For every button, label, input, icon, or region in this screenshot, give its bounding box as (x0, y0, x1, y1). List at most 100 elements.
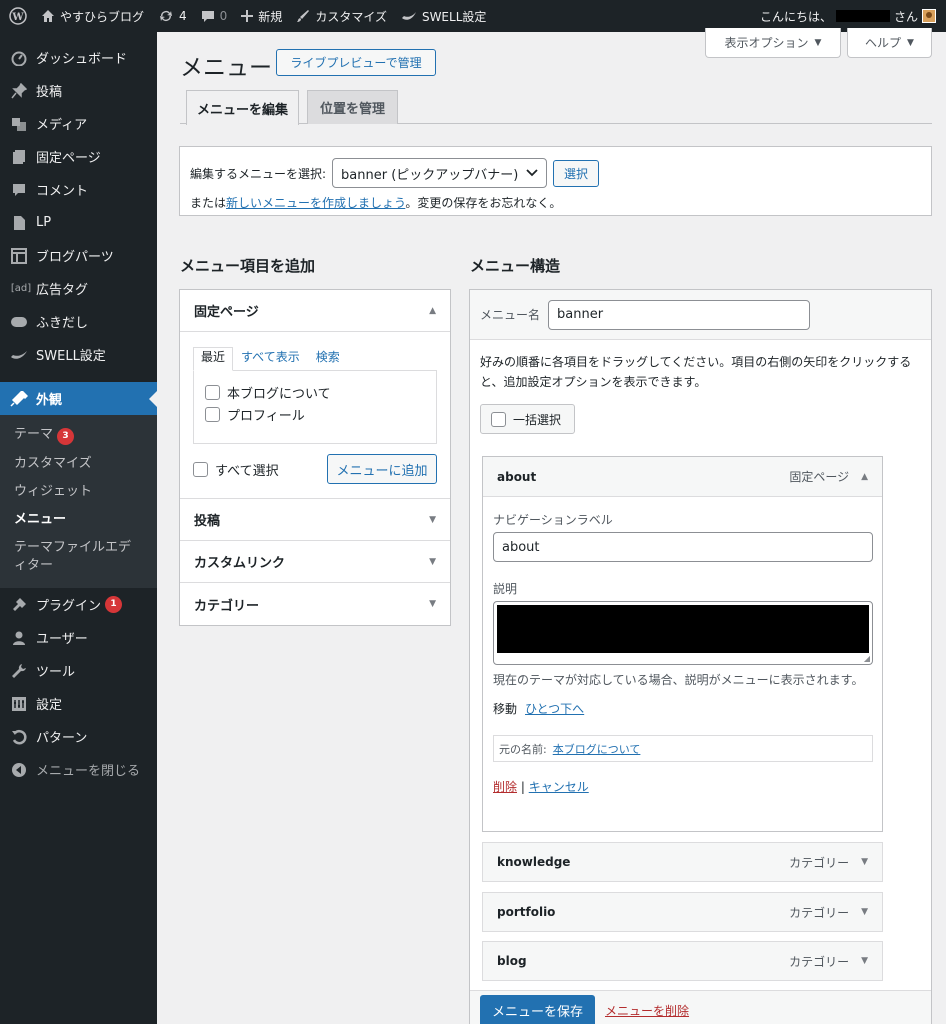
comments-count: 0 (219, 9, 228, 23)
nav-label-input[interactable]: about (493, 532, 873, 562)
swell-icon (401, 12, 416, 20)
sidebar-item-users[interactable]: ユーザー (0, 621, 157, 654)
caret-down-icon: ▼ (429, 556, 436, 567)
accordion-custom-links-header[interactable]: カスタムリンク ▼ (180, 541, 450, 583)
caret-down-icon: ▼ (429, 599, 436, 609)
collapse-arrow-icon (10, 761, 28, 779)
avatar (922, 9, 936, 23)
menu-structure-heading: メニュー構造 (470, 257, 561, 275)
menu-select-value: banner (ピックアップバナー) (341, 167, 519, 183)
drag-instructions: 好みの順番に各項目をドラッグしてください。項目の右側の矢印をクリックすると、追加… (480, 355, 912, 389)
select-all-checkbox[interactable] (193, 461, 208, 477)
submenu-label: カスタマイズ (14, 456, 92, 471)
menu-name-input[interactable]: banner (548, 299, 811, 330)
description-label: 説明 (493, 582, 518, 596)
move-down-link[interactable]: ひとつ下へ (525, 700, 584, 717)
site-name: やすひらブログ (60, 9, 145, 24)
create-new-menu-link[interactable]: 新しいメニューを作成しましょう (226, 196, 405, 210)
page-checkbox[interactable] (205, 384, 220, 400)
menu-item[interactable]: blog カテゴリー ▼ (482, 941, 883, 981)
tab-manage-locations[interactable]: 位置を管理 (307, 90, 398, 124)
submenu-theme-file-editor[interactable]: テーマファイルエディター (0, 534, 140, 580)
sidebar-item-dashboard[interactable]: ダッシュボード (0, 41, 157, 74)
sidebar-item-appearance[interactable]: 外観 (0, 382, 157, 415)
page-checkbox[interactable] (205, 406, 220, 422)
customize-link[interactable]: カスタマイズ (289, 0, 394, 32)
sidebar-item-ad-tags[interactable]: [ad] 広告タグ (0, 272, 157, 305)
comments-link[interactable]: 0 (194, 0, 235, 32)
submenu-themes[interactable]: テーマ 3 (0, 421, 157, 450)
resize-handle-icon[interactable]: ◢ (864, 654, 870, 663)
select-all-label: すべて選択 (215, 463, 279, 479)
original-name-link[interactable]: 本ブログについて (553, 741, 641, 757)
sidebar-item-media[interactable]: メディア (0, 107, 157, 140)
delete-menu-link[interactable]: メニューを削除 (605, 1002, 689, 1019)
redacted-description (497, 605, 869, 653)
save-menu-button[interactable]: メニューを保存 (480, 994, 596, 1024)
caret-down-icon[interactable]: ▼ (861, 857, 868, 867)
submenu-label: メニュー (14, 512, 67, 527)
add-to-menu-button[interactable]: メニューに追加 (327, 454, 437, 484)
site-name-link[interactable]: やすひらブログ (34, 0, 151, 32)
tab-edit-menus[interactable]: メニューを編集 (186, 90, 299, 125)
collapse-menu-button[interactable]: メニューを閉じる (0, 753, 157, 786)
updates-link[interactable]: 4 (151, 0, 194, 32)
accordion-pages-header[interactable]: 固定ページ ▲ (180, 290, 450, 332)
original-name-label: 元の名前: (499, 742, 547, 756)
delete-item-link[interactable]: 削除 (493, 780, 517, 794)
sidebar-item-blog-parts[interactable]: ブログパーツ (0, 239, 157, 272)
sidebar-item-label: ユーザー (36, 632, 88, 647)
menu-item[interactable]: portfolio カテゴリー ▼ (482, 892, 883, 932)
submenu-customize[interactable]: カスタマイズ (0, 450, 157, 478)
new-content-link[interactable]: 新規 (234, 0, 289, 32)
caret-down-icon[interactable]: ▼ (861, 956, 868, 966)
submenu-label: テーマ (14, 427, 54, 442)
subtab-recent[interactable]: 最近 (193, 347, 234, 371)
accordion-categories-header[interactable]: カテゴリー ▼ (180, 583, 450, 625)
caret-up-icon[interactable]: ▲ (861, 472, 868, 482)
screen-options-label: 表示オプション (724, 36, 809, 50)
plugin-icon (10, 596, 28, 614)
live-preview-button[interactable]: ライブプレビューで管理 (276, 49, 436, 76)
accordion-posts-header[interactable]: 投稿 ▼ (180, 499, 450, 541)
caret-down-icon[interactable]: ▼ (861, 907, 868, 917)
help-button[interactable]: ヘルプ ▼ (847, 28, 932, 58)
submenu-menus[interactable]: メニュー (0, 506, 157, 534)
greeting-suffix: さん (893, 9, 918, 24)
menu-item-handle[interactable]: about 固定ページ ▲ (483, 457, 882, 497)
settings-icon (10, 695, 28, 713)
bulk-select-toggle[interactable]: 一括選択 (480, 404, 575, 434)
swell-settings-link[interactable]: SWELL設定 (394, 0, 493, 32)
screen-options-button[interactable]: 表示オプション ▼ (705, 28, 841, 58)
sidebar-item-pages[interactable]: 固定ページ (0, 140, 157, 173)
sidebar-item-plugins[interactable]: プラグイン 1 (0, 588, 157, 621)
ad-icon: [ad] (10, 283, 32, 294)
dashboard-icon (10, 49, 28, 67)
sidebar-item-swell-settings[interactable]: SWELL設定 (0, 338, 157, 371)
cancel-link[interactable]: キャンセル (529, 780, 589, 794)
menu-select[interactable]: banner (ピックアップバナー) (332, 158, 548, 188)
sidebar-item-patterns[interactable]: パターン (0, 720, 157, 753)
wordpress-logo[interactable]: W (0, 0, 34, 32)
sidebar-item-tools[interactable]: ツール (0, 654, 157, 687)
select-menu-box: 編集するメニューを選択: banner (ピックアップバナー) 選択 または新し… (179, 146, 932, 216)
description-textarea[interactable]: ◢ (493, 601, 873, 665)
sidebar-item-label: 広告タグ (36, 283, 89, 298)
submenu-widgets[interactable]: ウィジェット (0, 478, 157, 506)
select-button[interactable]: 選択 (553, 159, 600, 187)
sidebar-item-posts[interactable]: 投稿 (0, 74, 157, 107)
wrench-icon (10, 662, 28, 680)
page-label: 本ブログについて (227, 386, 331, 402)
update-badge: 1 (105, 596, 123, 613)
page-label: プロフィール (227, 408, 305, 424)
menu-item[interactable]: knowledge カテゴリー ▼ (482, 842, 883, 882)
submenu-label: ウィジェット (14, 484, 93, 499)
add-items-panel: 固定ページ ▲ 最近 すべて表示 検索 本ブログについて プロフィール すべて選… (179, 289, 451, 626)
subtab-view-all[interactable]: すべて表示 (233, 348, 308, 370)
sidebar-item-lp[interactable]: LP (0, 206, 157, 239)
sidebar-item-comments[interactable]: コメント (0, 173, 157, 206)
sidebar-item-balloons[interactable]: ふきだし (0, 305, 157, 338)
sidebar-item-label: 固定ページ (36, 151, 101, 166)
subtab-search[interactable]: 検索 (308, 348, 348, 370)
sidebar-item-settings[interactable]: 設定 (0, 687, 157, 720)
